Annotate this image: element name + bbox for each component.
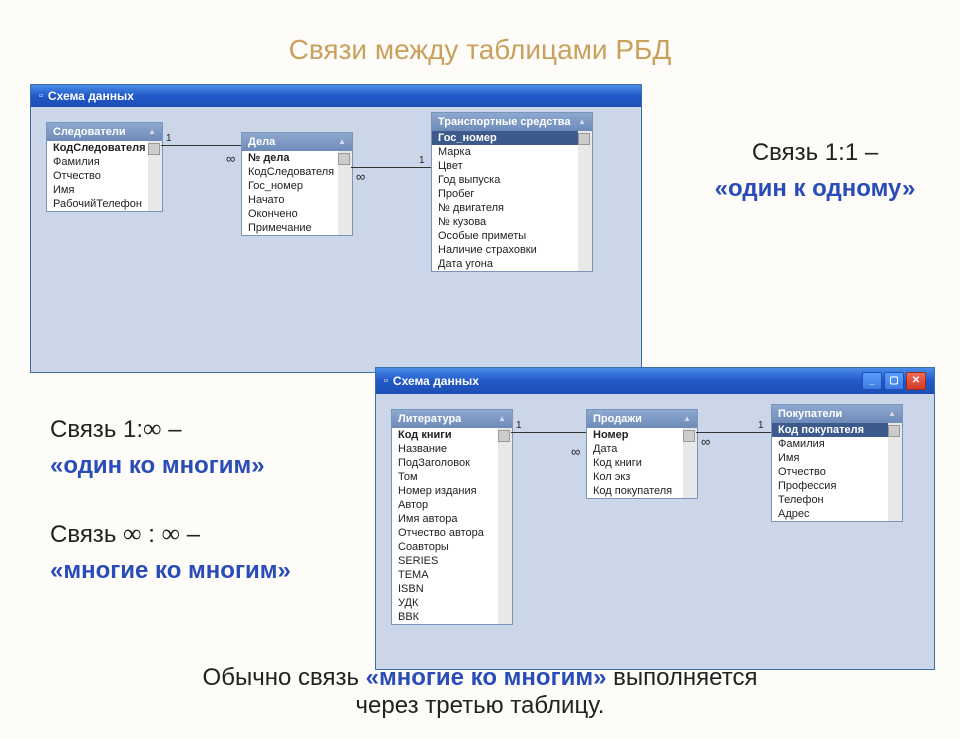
field[interactable]: Окончено: [242, 207, 338, 221]
annotation-one-to-many: Связь 1:∞ – «один ко многим»: [50, 414, 265, 480]
field[interactable]: Соавторы: [392, 540, 498, 554]
table-header[interactable]: Следователи: [47, 123, 162, 141]
field-key[interactable]: КодСледователя: [47, 141, 148, 155]
field[interactable]: КодСледователя: [242, 165, 338, 179]
field[interactable]: № двигателя: [432, 201, 578, 215]
field[interactable]: Примечание: [242, 221, 338, 235]
field-key[interactable]: Гос_номер: [432, 131, 578, 145]
field[interactable]: Фамилия: [47, 155, 148, 169]
db-icon: ▫: [39, 90, 43, 102]
field[interactable]: Телефон: [772, 493, 888, 507]
table-cases[interactable]: Дела № дела КодСледователя Гос_номер Нач…: [241, 132, 353, 236]
table-literature[interactable]: Литература Код книги Название ПодЗаголов…: [391, 409, 513, 625]
table-vehicles[interactable]: Транспортные средства Гос_номер Марка Цв…: [431, 112, 593, 272]
close-button[interactable]: ✕: [906, 372, 926, 390]
field[interactable]: № кузова: [432, 215, 578, 229]
window-title: Схема данных: [48, 89, 134, 103]
table-header[interactable]: Транспортные средства: [432, 113, 592, 131]
relation-line: [161, 145, 241, 146]
cardinality-one: 1: [758, 420, 764, 431]
window-controls: _ ▢ ✕: [862, 372, 926, 390]
window-schema-1: ▫ Схема данных Следователи КодСледовател…: [30, 84, 642, 373]
annotation-many-to-many: Связь ∞ : ∞ – «многие ко многим»: [50, 519, 291, 585]
field[interactable]: SERIES: [392, 554, 498, 568]
field[interactable]: Начато: [242, 193, 338, 207]
window-titlebar[interactable]: ▫ Схема данных _ ▢ ✕: [376, 368, 934, 394]
field[interactable]: РабочийТелефон: [47, 197, 148, 211]
field[interactable]: Имя: [772, 451, 888, 465]
table-fields: № дела КодСледователя Гос_номер Начато О…: [242, 151, 352, 235]
field[interactable]: Отчество автора: [392, 526, 498, 540]
field[interactable]: ТЕМА: [392, 568, 498, 582]
field[interactable]: Том: [392, 470, 498, 484]
table-fields: Номер Дата Код книги Кол экз Код покупат…: [587, 428, 697, 498]
field[interactable]: Фамилия: [772, 437, 888, 451]
field[interactable]: Название: [392, 442, 498, 456]
table-fields: Код покупателя Фамилия Имя Отчество Проф…: [772, 423, 902, 521]
annotation-one-to-one: Связь 1:1 – «один к одному»: [690, 139, 940, 203]
table-investigators[interactable]: Следователи КодСледователя Фамилия Отчес…: [46, 122, 163, 212]
footer-note: Обычно связь «многие ко многим» выполняе…: [0, 664, 960, 720]
cardinality-one: 1: [419, 155, 425, 166]
field[interactable]: Пробег: [432, 187, 578, 201]
table-sales[interactable]: Продажи Номер Дата Код книги Кол экз Код…: [586, 409, 698, 499]
field[interactable]: Марка: [432, 145, 578, 159]
field[interactable]: Дата: [587, 442, 683, 456]
field[interactable]: Цвет: [432, 159, 578, 173]
field[interactable]: Особые приметы: [432, 229, 578, 243]
field[interactable]: Адрес: [772, 507, 888, 521]
cardinality-many: ∞: [226, 151, 235, 166]
field[interactable]: УДК: [392, 596, 498, 610]
table-header[interactable]: Литература: [392, 410, 512, 428]
cardinality-one: 1: [516, 420, 522, 431]
table-header[interactable]: Продажи: [587, 410, 697, 428]
field[interactable]: Код покупателя: [587, 484, 683, 498]
relationship-canvas[interactable]: Литература Код книги Название ПодЗаголов…: [376, 394, 934, 669]
field[interactable]: Номер издания: [392, 484, 498, 498]
field[interactable]: ВВК: [392, 610, 498, 624]
field-key[interactable]: Код книги: [392, 428, 498, 442]
relationship-canvas[interactable]: Следователи КодСледователя Фамилия Отчес…: [31, 107, 641, 372]
field[interactable]: Имя: [47, 183, 148, 197]
cardinality-many: ∞: [571, 444, 580, 459]
table-header[interactable]: Дела: [242, 133, 352, 151]
relation-line: [511, 432, 586, 433]
field[interactable]: ПодЗаголовок: [392, 456, 498, 470]
page-title: Связи между таблицами РБД: [0, 19, 960, 76]
field[interactable]: Дата угона: [432, 257, 578, 271]
db-icon: ▫: [384, 375, 388, 387]
field[interactable]: Отчество: [772, 465, 888, 479]
field[interactable]: Профессия: [772, 479, 888, 493]
relation-line: [351, 167, 431, 168]
field[interactable]: Отчество: [47, 169, 148, 183]
minimize-button[interactable]: _: [862, 372, 882, 390]
table-fields: КодСледователя Фамилия Отчество Имя Рабо…: [47, 141, 162, 211]
field[interactable]: Код книги: [587, 456, 683, 470]
cardinality-many: ∞: [356, 169, 365, 184]
field[interactable]: Имя автора: [392, 512, 498, 526]
cardinality-one: 1: [166, 133, 172, 144]
table-fields: Код книги Название ПодЗаголовок Том Номе…: [392, 428, 512, 624]
field[interactable]: ISBN: [392, 582, 498, 596]
relation-line: [696, 432, 771, 433]
field[interactable]: Кол экз: [587, 470, 683, 484]
field-key[interactable]: Код покупателя: [772, 423, 888, 437]
field-key[interactable]: № дела: [242, 151, 338, 165]
maximize-button[interactable]: ▢: [884, 372, 904, 390]
window-title: Схема данных: [393, 374, 479, 388]
field[interactable]: Гос_номер: [242, 179, 338, 193]
window-titlebar[interactable]: ▫ Схема данных: [31, 85, 641, 107]
field[interactable]: Автор: [392, 498, 498, 512]
field[interactable]: Год выпуска: [432, 173, 578, 187]
table-header[interactable]: Покупатели: [772, 405, 902, 423]
field-key[interactable]: Номер: [587, 428, 683, 442]
window-schema-2: ▫ Схема данных _ ▢ ✕ Литература Код книг…: [375, 367, 935, 670]
table-fields: Гос_номер Марка Цвет Год выпуска Пробег …: [432, 131, 592, 271]
cardinality-many: ∞: [701, 434, 710, 449]
table-buyers[interactable]: Покупатели Код покупателя Фамилия Имя От…: [771, 404, 903, 522]
field[interactable]: Наличие страховки: [432, 243, 578, 257]
